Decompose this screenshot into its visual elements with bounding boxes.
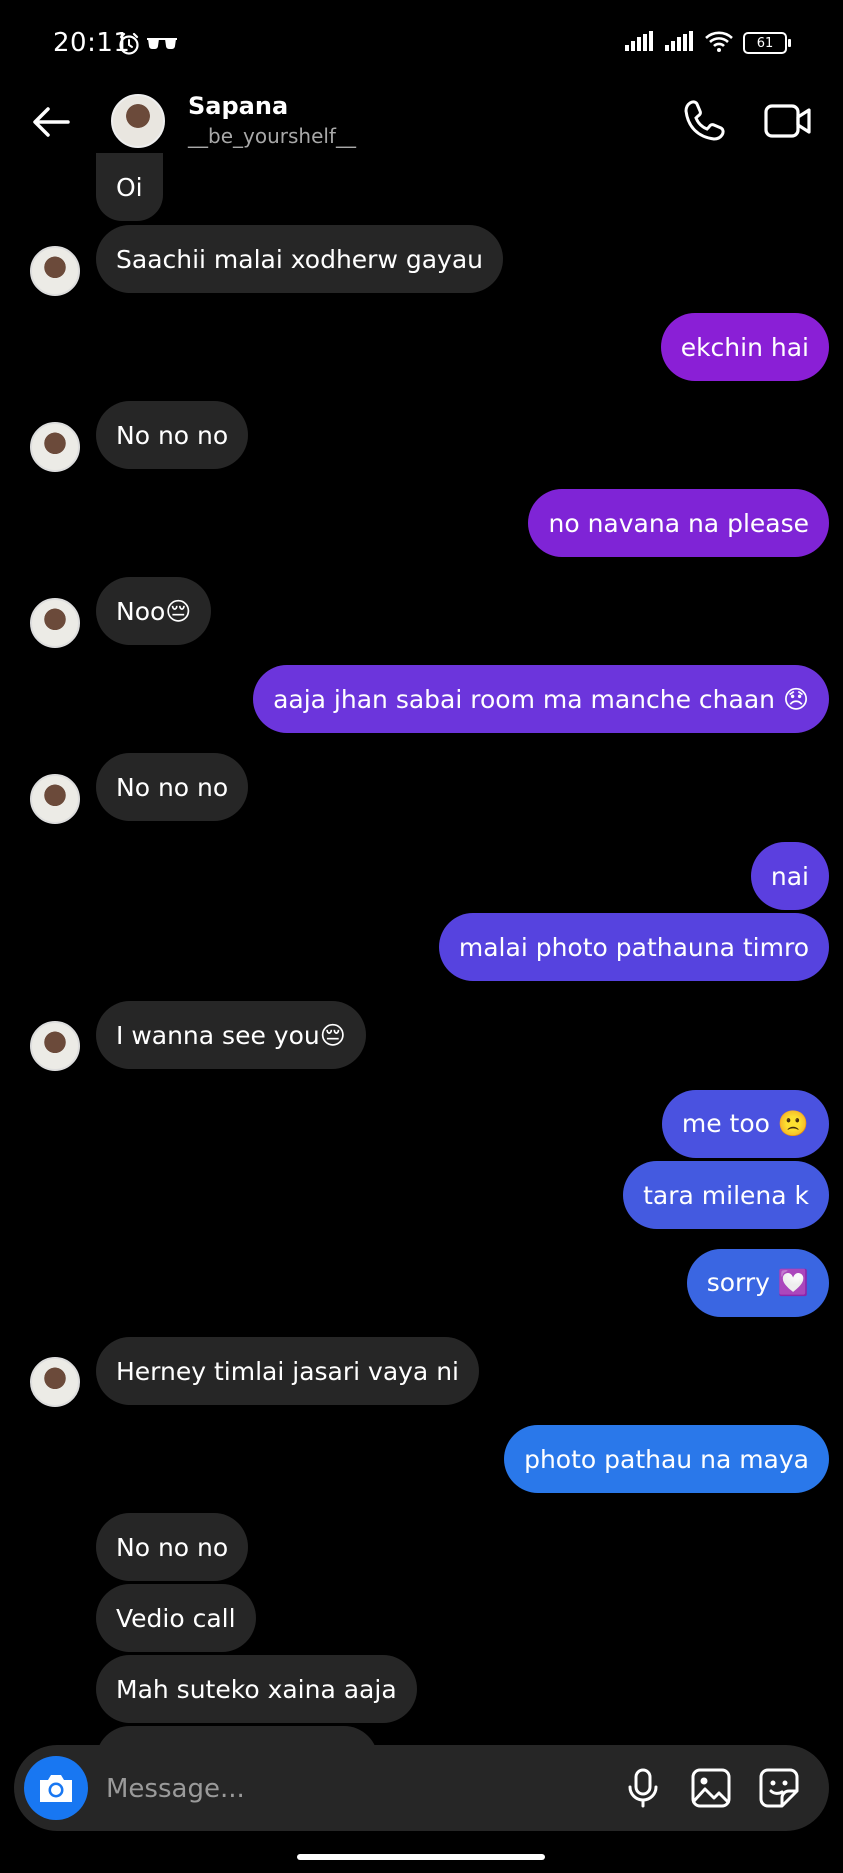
battery-icon: 61	[743, 32, 791, 54]
sticker-button[interactable]	[756, 1765, 802, 1811]
message-text: malai photo pathauna timro	[458, 932, 809, 962]
avatar[interactable]	[111, 94, 165, 148]
message-bubble[interactable]: No no no	[96, 753, 249, 821]
message-text: Saachii malai xodherw gayau	[116, 244, 484, 274]
message-input[interactable]	[104, 1761, 508, 1817]
avatar[interactable]	[30, 1357, 80, 1407]
message-text: aaja jhan sabai room ma manche chaan 😞	[273, 684, 809, 714]
phone-icon	[684, 100, 725, 141]
signal-icon	[665, 31, 695, 55]
back-arrow-icon	[33, 107, 70, 137]
contact-name[interactable]: Sapana	[188, 92, 288, 120]
message-text: sorry 💟	[706, 1268, 809, 1297]
message-bubble[interactable]: No no no	[96, 1513, 249, 1581]
microphone-icon	[628, 1768, 658, 1808]
message-text: No no no	[116, 420, 229, 450]
glasses-icon	[146, 36, 178, 56]
message-text: No no no	[116, 772, 229, 802]
avatar[interactable]	[30, 598, 80, 648]
camera-icon	[40, 1775, 72, 1802]
signal-icon	[625, 31, 655, 55]
message-bubble[interactable]: photo pathau na maya	[504, 1425, 829, 1493]
message-text: ekchin hai	[680, 332, 809, 362]
message-text: Noo😔	[116, 596, 192, 626]
message-text: Oi	[116, 172, 143, 202]
alarm-icon	[118, 32, 140, 60]
message-bubble[interactable]: I wanna see you😔	[96, 1001, 366, 1069]
sticker-icon	[759, 1768, 799, 1808]
status-icons: 61	[625, 30, 791, 56]
camera-button[interactable]	[24, 1756, 88, 1820]
message-bubble[interactable]: aaja jhan sabai room ma manche chaan 😞	[253, 665, 829, 733]
gallery-icon	[691, 1768, 731, 1808]
avatar[interactable]	[30, 774, 80, 824]
message-composer	[14, 1745, 829, 1831]
back-button[interactable]	[24, 94, 80, 150]
battery-level: 61	[756, 35, 774, 51]
message-bubble[interactable]: No no no	[96, 401, 249, 469]
message-text: Vedio call	[116, 1603, 236, 1633]
message-bubble[interactable]: ekchin hai	[660, 313, 829, 381]
message-text: Mah suteko xaina aaja	[116, 1674, 397, 1704]
message-bubble[interactable]: me too 🙁	[661, 1090, 829, 1158]
voice-message-button[interactable]	[620, 1765, 666, 1811]
voice-call-button[interactable]	[676, 93, 732, 149]
message-bubble[interactable]: Oi	[96, 153, 163, 221]
message-text: I wanna see you😔	[116, 1020, 346, 1050]
avatar[interactable]	[30, 1021, 80, 1071]
message-bubble[interactable]: tara milena k	[623, 1161, 829, 1229]
status-bar: 20:11 61	[0, 0, 843, 90]
message-text: nai	[770, 861, 809, 891]
video-call-button[interactable]	[760, 93, 816, 149]
message-bubble[interactable]: Saachii malai xodherw gayau	[96, 225, 504, 293]
wifi-icon	[705, 30, 733, 56]
message-bubble[interactable]: malai photo pathauna timro	[438, 913, 829, 981]
home-indicator[interactable]	[297, 1854, 545, 1860]
video-camera-icon	[764, 104, 811, 138]
avatar[interactable]	[30, 246, 80, 296]
message-text: No no no	[116, 1532, 229, 1562]
message-text: me too 🙁	[681, 1109, 809, 1138]
gallery-button[interactable]	[688, 1765, 734, 1811]
message-text: Herney timlai jasari vaya ni	[116, 1356, 459, 1386]
message-text: no navana na please	[548, 508, 809, 538]
message-bubble[interactable]: no navana na please	[528, 489, 829, 557]
contact-username[interactable]: __be_yourshelf__	[188, 124, 356, 148]
message-bubble[interactable]: nai	[750, 842, 829, 910]
message-bubble[interactable]: Vedio call	[96, 1584, 256, 1652]
message-bubble[interactable]: Mah suteko xaina aaja	[96, 1655, 417, 1723]
avatar[interactable]	[30, 422, 80, 472]
message-text: tara milena k	[643, 1180, 809, 1210]
message-text: photo pathau na maya	[524, 1444, 809, 1474]
message-bubble[interactable]: sorry 💟	[686, 1249, 829, 1317]
message-bubble[interactable]: Herney timlai jasari vaya ni	[96, 1337, 479, 1405]
message-bubble[interactable]: Noo😔	[96, 577, 212, 645]
